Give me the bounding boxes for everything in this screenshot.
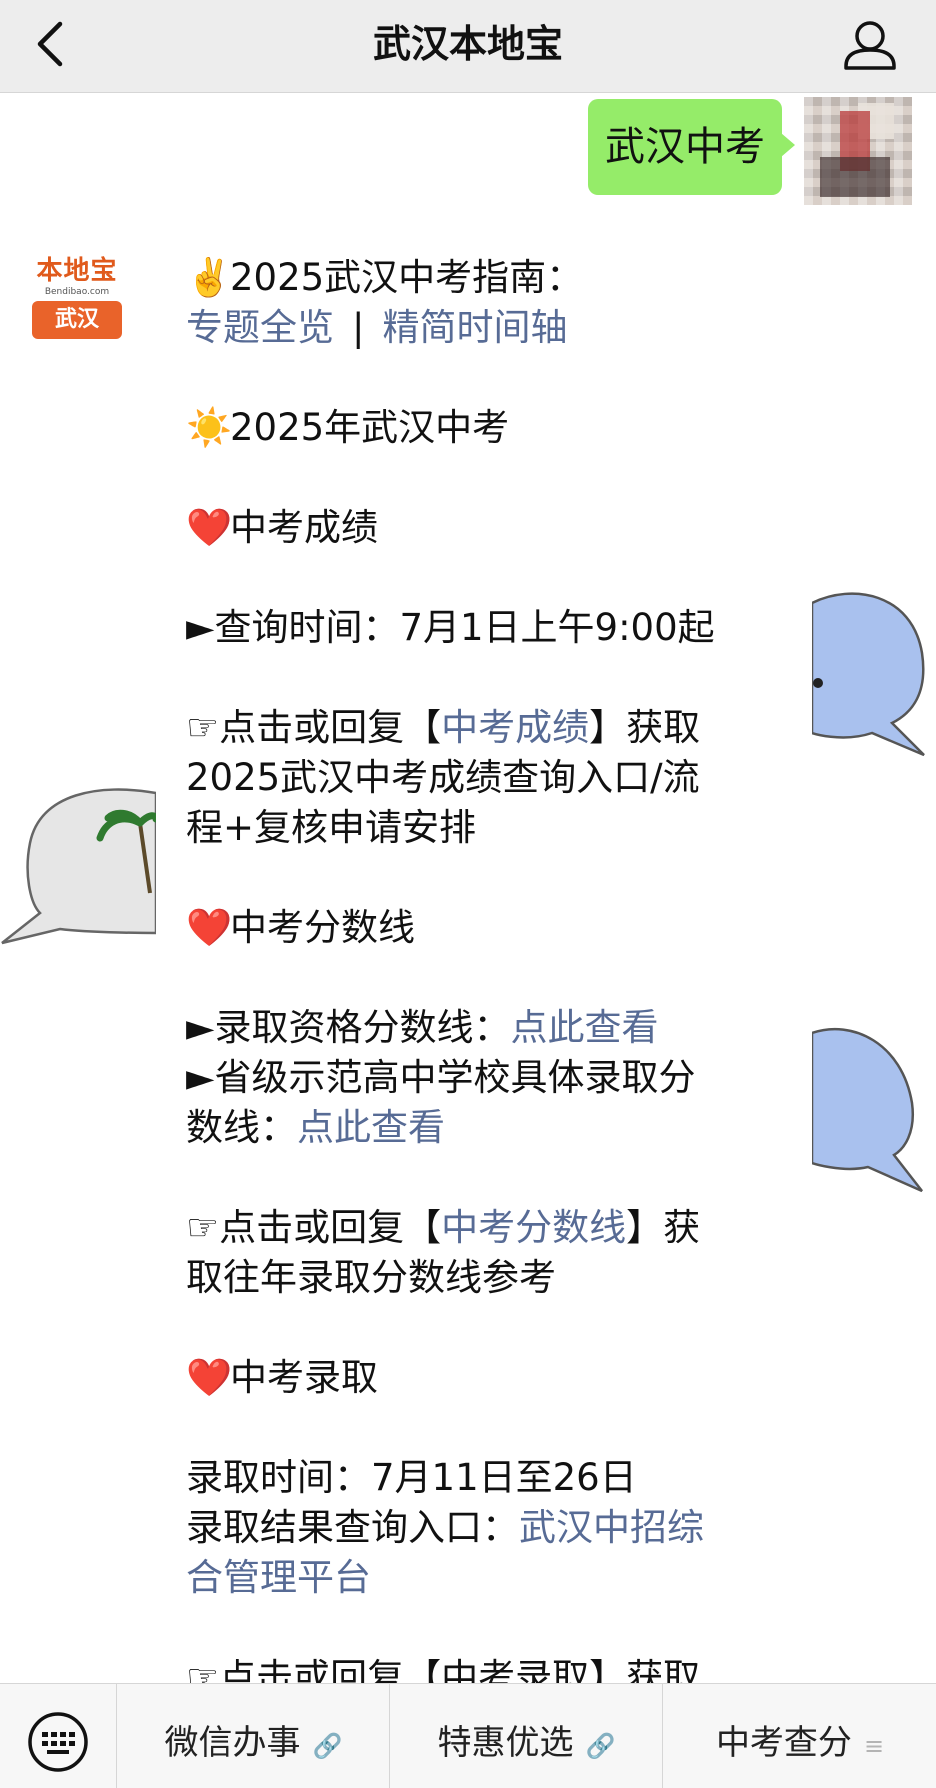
official-account-avatar[interactable]: 本地宝 Bendibao.com 武汉	[26, 251, 128, 343]
chat-screen: 武汉本地宝 武汉中考 本地宝 Bendibao.com 武汉 ✌️2025武汉中…	[0, 0, 936, 1788]
victory-hand-icon: ✌️	[186, 256, 233, 299]
keyboard-toggle-button[interactable]	[0, 1684, 116, 1788]
avatar-logo-city: 武汉	[32, 301, 122, 339]
link-admission-platform-2[interactable]: 合管理平台	[186, 1556, 371, 1599]
admission-section-title: 中考录取	[230, 1356, 378, 1399]
admission-reply-line: ☞点击或回复【中考录取】获取	[186, 1656, 701, 1683]
user-avatar[interactable]	[804, 97, 912, 205]
menu-item-special-offers[interactable]: 特惠优选 🔗	[389, 1684, 663, 1788]
submenu-icon: ≡	[863, 1732, 885, 1760]
top-bar: 武汉本地宝	[0, 0, 936, 93]
bottom-menu-bar: 微信办事 🔗 特惠优选 🔗 中考查分 ≡	[0, 1683, 936, 1788]
link-score-keyword[interactable]: 中考成绩	[441, 706, 589, 749]
admission-query-label: 录取结果查询入口：	[186, 1506, 519, 1549]
menu-item-label: 微信办事	[164, 1723, 301, 1763]
incoming-message-bubble: ✌️2025武汉中考指南： 专题全览 | 精简时间轴 ☀️2025年武汉中考 ❤️中…	[156, 243, 812, 1683]
keyboard-icon	[28, 1712, 88, 1772]
heart-icon: ❤️	[186, 1356, 233, 1399]
admission-time: 录取时间：7月11日至26日	[186, 1456, 637, 1499]
doodle-island-left-icon	[1, 788, 156, 945]
sun-icon: ☀️	[186, 406, 233, 449]
school-line-label-1: ►省级示范高中学校具体录取分	[186, 1056, 696, 1099]
section-main-title: 2025年武汉中考	[230, 406, 510, 449]
link-admission-platform-1[interactable]: 武汉中招综	[519, 1506, 704, 1549]
score-query-time: ►查询时间：7月1日上午9:00起	[186, 606, 715, 649]
score-reply-line3: 程+复核申请安排	[186, 806, 477, 849]
cutoff-reply-line2: 取往年录取分数线参考	[186, 1256, 556, 1299]
school-line-label-2: 数线：	[186, 1106, 297, 1149]
menu-item-label: 中考查分	[715, 1723, 852, 1763]
link-qualification-line[interactable]: 点此查看	[510, 1006, 658, 1049]
guide-title: 2025武汉中考指南：	[230, 256, 584, 299]
link-icon: 🔗	[312, 1732, 343, 1760]
link-icon: 🔗	[585, 1732, 616, 1760]
profile-button[interactable]	[838, 14, 902, 78]
outgoing-message-bubble[interactable]: 武汉中考	[588, 99, 795, 195]
link-separator: |	[352, 306, 365, 349]
link-cutoff-keyword[interactable]: 中考分数线	[441, 1206, 626, 1249]
cutoff-section-title: 中考分数线	[230, 906, 415, 949]
cutoff-reply-suffix: 】获	[626, 1206, 701, 1249]
person-icon	[844, 21, 896, 70]
score-reply-prefix: ☞点击或回复【	[186, 706, 442, 749]
menu-item-wechat-services[interactable]: 微信办事 🔗	[116, 1684, 390, 1788]
chat-area[interactable]: 武汉中考 本地宝 Bendibao.com 武汉 ✌️2025武汉中考指南： 专…	[0, 93, 936, 1683]
avatar-logo-sub: Bendibao.com	[44, 287, 110, 297]
back-arrow-icon	[37, 21, 63, 67]
menu-item-exam-score[interactable]: 中考查分 ≡	[662, 1684, 936, 1788]
doodle-bubble-right-bottom-icon	[812, 1027, 923, 1193]
cutoff-reply-prefix: ☞点击或回复【	[186, 1206, 442, 1249]
link-topic-overview[interactable]: 专题全览	[186, 306, 334, 349]
menu-item-label: 特惠优选	[437, 1723, 574, 1763]
link-school-line[interactable]: 点此查看	[297, 1106, 445, 1149]
heart-icon: ❤️	[186, 506, 233, 549]
qualification-line-label: ►录取资格分数线：	[186, 1006, 511, 1049]
score-section-title: 中考成绩	[230, 506, 378, 549]
back-button[interactable]	[26, 16, 86, 76]
heart-icon: ❤️	[186, 906, 233, 949]
doodle-bubble-right-top-icon	[812, 592, 925, 757]
link-timeline[interactable]: 精简时间轴	[382, 306, 567, 349]
score-reply-suffix: 】获取	[589, 706, 701, 749]
score-reply-line2: 2025武汉中考成绩查询入口/流	[186, 756, 700, 799]
page-title: 武汉本地宝	[372, 22, 563, 66]
